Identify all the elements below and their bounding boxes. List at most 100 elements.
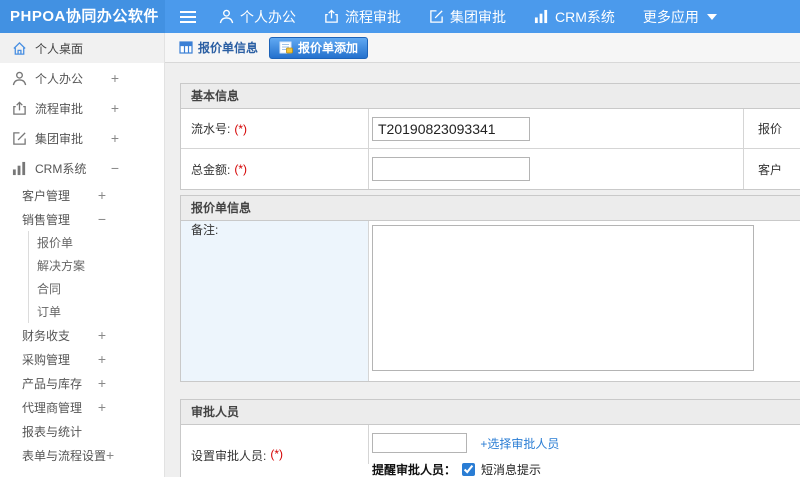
section-title: 报价单信息	[181, 196, 800, 221]
user-icon	[219, 9, 234, 24]
bar-chart-icon	[12, 161, 27, 176]
approval-arrow-icon	[12, 100, 27, 116]
right-label: 客户	[758, 162, 783, 177]
top-menu-item-5[interactable]: 更多应用	[643, 7, 717, 27]
sidebar-item-6[interactable]: 客户管理 +	[0, 183, 164, 207]
section-title: 基本信息	[181, 84, 800, 109]
sidebar-item-label: 集团审批	[35, 131, 84, 146]
main-content: 基本信息 流水号: (*) 报价 总金额: (*) 客户	[165, 63, 800, 477]
expander-icon: −	[110, 160, 119, 176]
approval-arrow-icon	[324, 9, 339, 24]
top-menu-label: 流程审批	[345, 8, 401, 25]
approver-input[interactable]	[372, 433, 467, 453]
sidebar-item-15[interactable]: 代理商管理 +	[0, 395, 164, 419]
sidebar-item-label: 表单与流程设置	[22, 448, 107, 463]
sidebar-item-9[interactable]: 解决方案	[29, 254, 164, 277]
sidebar-item-label: 产品与库存	[22, 376, 83, 391]
tab-strip: 报价单信息 报价单添加	[165, 33, 800, 63]
table-icon	[179, 41, 193, 54]
sidebar-item-7[interactable]: 销售管理 −	[0, 207, 164, 231]
sidebar-item-label: 采购管理	[22, 352, 71, 367]
top-menu-label: 个人办公	[240, 8, 296, 25]
sidebar-item-14[interactable]: 产品与库存 +	[0, 371, 164, 395]
form-row-serial: 流水号: (*) 报价	[181, 109, 800, 149]
sidebar-item-3[interactable]: 流程审批 +	[0, 93, 164, 123]
sidebar-item-13[interactable]: 采购管理 +	[0, 347, 164, 371]
memo-label: 备注:	[191, 223, 219, 237]
caret-down-icon	[706, 13, 717, 20]
user-icon	[12, 71, 27, 86]
quotation-add-form: 基本信息 流水号: (*) 报价 总金额: (*) 客户	[180, 83, 800, 477]
select-approver-link[interactable]: +选择审批人员	[480, 437, 559, 451]
sidebar-item-label: 流程审批	[35, 101, 84, 116]
top-menu-item-2[interactable]: 流程审批	[324, 7, 401, 27]
sidebar-item-17[interactable]: 表单与流程设置 +	[0, 443, 164, 467]
sidebar-item-1[interactable]: 个人桌面	[0, 33, 164, 63]
sidebar-item-label: 销售管理	[22, 212, 71, 227]
remind-approver-label: 提醒审批人员：	[372, 463, 457, 477]
sidebar-item-label: 代理商管理	[22, 400, 83, 415]
sidebar-item-label: 解决方案	[37, 259, 86, 273]
expander-icon: +	[97, 375, 106, 391]
expander-icon: +	[106, 447, 115, 463]
app-logo: PHPOA协同办公软件	[0, 0, 165, 33]
sidebar-item-label: 财务收支	[22, 328, 71, 343]
edit-square-icon	[429, 9, 444, 24]
form-row-approver: 设置审批人员: (*) +选择审批人员 提醒审批人员： 短消息提示 注：流程第一…	[181, 425, 800, 477]
expander-icon: +	[110, 100, 119, 116]
sidebar-item-label: 个人桌面	[35, 41, 84, 56]
sidebar-item-12[interactable]: 财务收支 +	[0, 323, 164, 347]
sidebar-item-2[interactable]: 个人办公 +	[0, 63, 164, 93]
sidebar-item-16[interactable]: 报表与统计	[0, 419, 164, 443]
sms-remind-label: 短消息提示	[481, 463, 542, 477]
form-row-memo: 备注:	[181, 221, 800, 381]
sidebar-item-label: 客户管理	[22, 188, 71, 203]
top-menu-label: CRM系统	[555, 8, 615, 25]
sidebar-item-label: 合同	[37, 282, 62, 296]
amount-label: 总金额:	[191, 162, 231, 177]
sidebar-item-11[interactable]: 订单	[29, 300, 164, 323]
serial-label: 流水号:	[191, 122, 231, 136]
tab-label: 报价单添加	[298, 41, 359, 55]
memo-textarea[interactable]	[372, 225, 754, 371]
section-basic-info: 基本信息 流水号: (*) 报价 总金额: (*) 客户	[180, 83, 800, 190]
approver-label: 设置审批人员:	[191, 449, 267, 463]
sidebar-navigation: 个人桌面个人办公 + 流程审批 + 集团审批 + CRM系统 − 客户管理 + 销售管理 − 报价单解决…	[0, 33, 165, 477]
expander-icon: +	[97, 187, 106, 203]
sidebar-item-8[interactable]: 报价单	[29, 231, 164, 254]
home-icon	[12, 41, 27, 56]
menu-icon[interactable]	[179, 10, 197, 24]
expander-icon: +	[97, 327, 106, 343]
sidebar-item-label: 订单	[37, 305, 62, 319]
required-mark: (*)	[234, 162, 248, 176]
total-amount-input[interactable]	[372, 157, 530, 181]
required-mark: (*)	[234, 121, 248, 136]
sidebar-item-label: CRM系统	[35, 161, 87, 176]
form-row-amount: 总金额: (*) 客户	[181, 149, 800, 189]
top-menu: 个人办公 流程审批 集团审批 CRM系统 更多应用	[219, 7, 717, 27]
tab-label: 报价单信息	[198, 41, 259, 55]
expander-icon: −	[97, 211, 106, 227]
expander-icon: +	[110, 70, 119, 86]
sms-remind-checkbox[interactable]	[462, 463, 476, 476]
expander-icon: +	[110, 130, 119, 146]
top-menu-item-3[interactable]: 集团审批	[429, 7, 506, 27]
right-label: 报价	[744, 109, 800, 149]
expander-icon: +	[97, 399, 106, 415]
serial-number-input[interactable]	[372, 116, 530, 141]
required-mark: (*)	[270, 447, 284, 461]
sidebar-item-4[interactable]: 集团审批 +	[0, 123, 164, 153]
tab-2[interactable]: 报价单添加	[269, 36, 369, 59]
top-menu-label: 更多应用	[642, 8, 699, 25]
top-navigation-bar: PHPOA协同办公软件 个人办公 流程审批 集团审批 CRM系统 更多应用	[0, 0, 800, 33]
sidebar-item-10[interactable]: 合同	[29, 277, 164, 300]
sidebar-item-5[interactable]: CRM系统 −	[0, 153, 164, 183]
form-add-icon	[279, 41, 293, 54]
section-quotation-info: 报价单信息 备注:	[180, 195, 800, 382]
top-menu-item-4[interactable]: CRM系统	[534, 7, 615, 27]
sidebar-item-label: 报价单	[37, 236, 74, 250]
edit-square-icon	[12, 131, 27, 146]
top-menu-item-1[interactable]: 个人办公	[219, 7, 296, 27]
top-menu-label: 集团审批	[450, 8, 506, 25]
tab-1[interactable]: 报价单信息	[173, 39, 264, 56]
